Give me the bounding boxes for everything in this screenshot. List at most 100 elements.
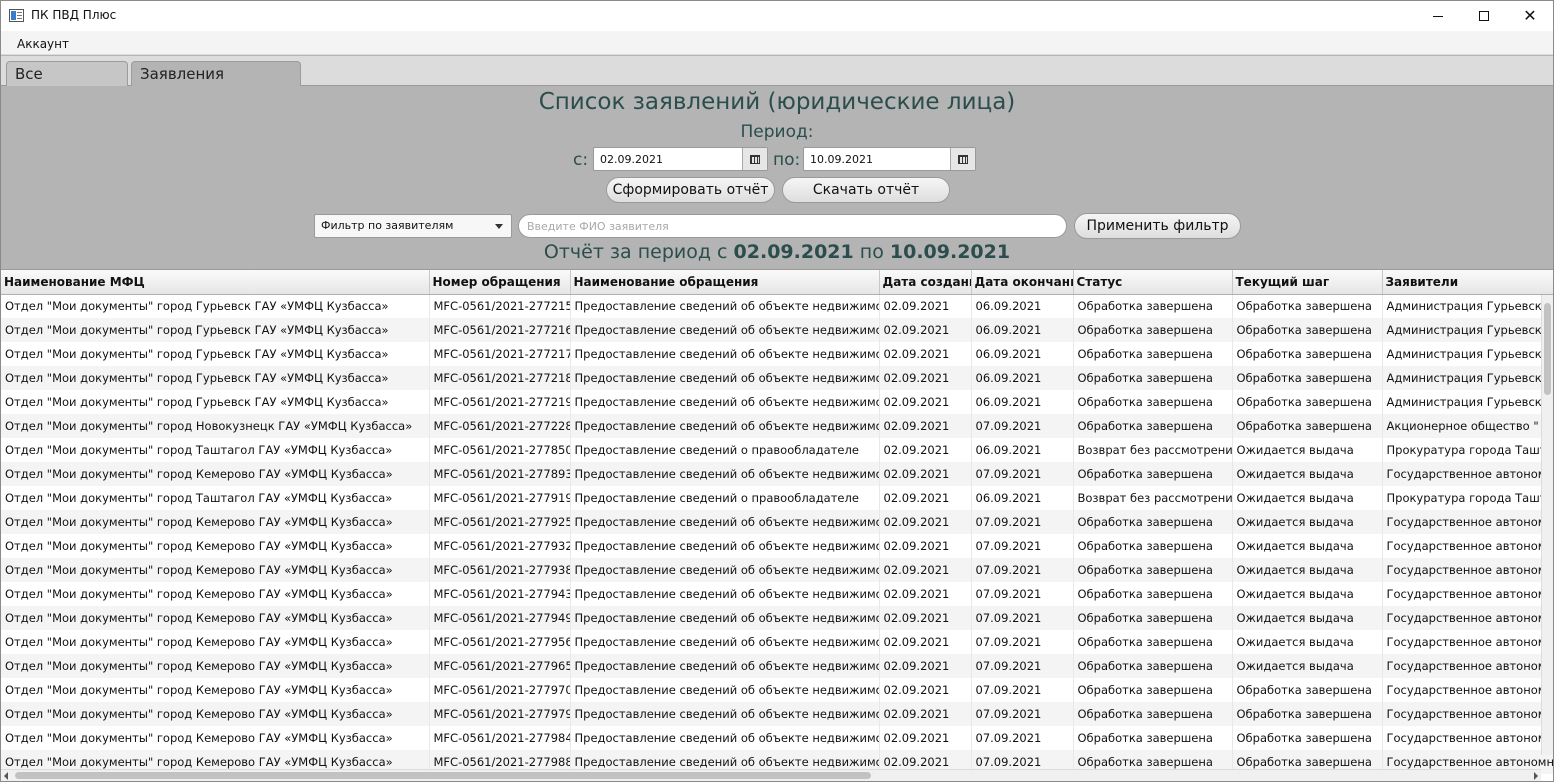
table-row[interactable]: Отдел "Мои документы" город Кемерово ГАУ… [1, 702, 1553, 726]
table-cell: Ожидается выдача [1232, 606, 1383, 630]
scroll-right-icon[interactable] [1534, 772, 1538, 780]
table-cell: Ожидается выдача [1232, 654, 1383, 678]
tab-legal-entities[interactable]: Заявления (юр.лица) [131, 61, 301, 107]
date-to-picker[interactable] [803, 147, 976, 171]
table-cell: Возврат без рассмотрения [1073, 438, 1233, 462]
table-cell: MFC-0561/2021-277970 [429, 678, 571, 702]
table-cell: Предоставление сведений об объекте недви… [570, 414, 880, 438]
horizontal-scroll-thumb[interactable] [15, 772, 871, 779]
table-cell: MFC-0561/2021-277932 [429, 534, 571, 558]
generate-report-button[interactable]: Сформировать отчёт [606, 177, 775, 203]
table-cell: 06.09.2021 [971, 486, 1074, 510]
menu-item-account[interactable]: Аккаунт [17, 37, 69, 51]
table-cell: Ожидается выдача [1232, 630, 1383, 654]
applicant-search-input[interactable] [518, 214, 1067, 238]
table-row[interactable]: Отдел "Мои документы" город Кемерово ГАУ… [1, 606, 1553, 630]
column-header[interactable]: Текущий шаг [1232, 270, 1383, 295]
date-to-input[interactable] [804, 148, 952, 170]
table-row[interactable]: Отдел "Мои документы" город Гурьевск ГАУ… [1, 390, 1553, 414]
close-button[interactable]: ✕ [1507, 1, 1553, 31]
table-cell: Государственное автономн [1382, 726, 1553, 750]
close-icon: ✕ [1523, 6, 1537, 25]
period-label: Период: [740, 122, 814, 142]
table-cell: 02.09.2021 [879, 606, 972, 630]
date-from-calendar-button[interactable] [742, 148, 767, 170]
vertical-scrollbar[interactable] [1541, 295, 1553, 755]
table-cell: Предоставление сведений об объекте недви… [570, 366, 880, 390]
table-cell: Администрация Гурьевского [1382, 294, 1553, 318]
table-cell: MFC-0561/2021-277216 [429, 318, 571, 342]
table-cell: Обработка завершена [1073, 342, 1233, 366]
table-row[interactable]: Отдел "Мои документы" город Кемерово ГАУ… [1, 678, 1553, 702]
table-cell: Предоставление сведений об объекте недви… [570, 342, 880, 366]
table-cell: MFC-0561/2021-277956 [429, 630, 571, 654]
table-row[interactable]: Отдел "Мои документы" город Кемерово ГАУ… [1, 558, 1553, 582]
column-header[interactable]: Номер обращения [429, 270, 571, 295]
column-header[interactable]: Наименование МФЦ [1, 270, 430, 295]
date-from-picker[interactable] [593, 147, 768, 171]
table-row[interactable]: Отдел "Мои документы" город Кемерово ГАУ… [1, 462, 1553, 486]
table-cell: Предоставление сведений об объекте недви… [570, 654, 880, 678]
table-row[interactable]: Отдел "Мои документы" город Гурьевск ГАУ… [1, 366, 1553, 390]
applicant-filter-select[interactable]: Фильтр по заявителям [314, 214, 512, 238]
horizontal-scrollbar[interactable] [1, 769, 1541, 781]
table-cell: 07.09.2021 [971, 678, 1074, 702]
table-row[interactable]: Отдел "Мои документы" город Кемерово ГАУ… [1, 654, 1553, 678]
report-period-title: Отчёт за период с 02.09.2021 по 10.09.20… [1, 241, 1553, 263]
table-row[interactable]: Отдел "Мои документы" город Таштагол ГАУ… [1, 438, 1553, 462]
column-header[interactable]: Статус [1073, 270, 1233, 295]
column-header[interactable]: Наименование обращения [570, 270, 880, 295]
table-cell: 02.09.2021 [879, 678, 972, 702]
table-cell: Ожидается выдача [1232, 486, 1383, 510]
tab-all-applications[interactable]: Все заявления [6, 61, 128, 107]
table-cell: 07.09.2021 [971, 462, 1074, 486]
app-window: ПК ПВД Плюс ✕ Аккаунт Все заявления Заяв… [0, 0, 1554, 782]
table-cell: 06.09.2021 [971, 342, 1074, 366]
table-row[interactable]: Отдел "Мои документы" город Гурьевск ГАУ… [1, 318, 1553, 342]
table-cell: MFC-0561/2021-277218 [429, 366, 571, 390]
vertical-scroll-thumb[interactable] [1544, 303, 1551, 395]
table-cell: 02.09.2021 [879, 366, 972, 390]
table-row[interactable]: Отдел "Мои документы" город Таштагол ГАУ… [1, 486, 1553, 510]
table-cell: 02.09.2021 [879, 342, 972, 366]
table-cell: Администрация Гурьевского [1382, 366, 1553, 390]
table-cell: Ожидается выдача [1232, 510, 1383, 534]
maximize-button[interactable] [1461, 1, 1507, 31]
chevron-down-icon [495, 224, 503, 229]
scroll-left-icon[interactable] [4, 772, 8, 780]
table-cell: 02.09.2021 [879, 294, 972, 318]
table-row[interactable]: Отдел "Мои документы" город Гурьевск ГАУ… [1, 294, 1553, 318]
table-row[interactable]: Отдел "Мои документы" город Кемерово ГАУ… [1, 534, 1553, 558]
table-cell: Предоставление сведений об объекте недви… [570, 390, 880, 414]
table-row[interactable]: Отдел "Мои документы" город Кемерово ГАУ… [1, 726, 1553, 750]
table-cell: Отдел "Мои документы" город Гурьевск ГАУ… [1, 294, 430, 318]
table-cell: Отдел "Мои документы" город Гурьевск ГАУ… [1, 342, 430, 366]
table-cell: Отдел "Мои документы" город Кемерово ГАУ… [1, 510, 430, 534]
table-cell: Отдел "Мои документы" город Гурьевск ГАУ… [1, 318, 430, 342]
table-cell: MFC-0561/2021-277965 [429, 654, 571, 678]
table-cell: Администрация Гурьевского [1382, 318, 1553, 342]
minimize-icon [1433, 15, 1443, 17]
table-cell: 02.09.2021 [879, 534, 972, 558]
table-cell: 02.09.2021 [879, 438, 972, 462]
table-row[interactable]: Отдел "Мои документы" город Кемерово ГАУ… [1, 630, 1553, 654]
column-header[interactable]: Дата создания [879, 270, 972, 295]
table-cell: 07.09.2021 [971, 702, 1074, 726]
table-row[interactable]: Отдел "Мои документы" город Новокузнецк … [1, 414, 1553, 438]
download-report-button[interactable]: Скачать отчёт [782, 177, 950, 203]
column-header[interactable]: Заявители [1382, 270, 1553, 295]
table-row[interactable]: Отдел "Мои документы" город Гурьевск ГАУ… [1, 342, 1553, 366]
column-header[interactable]: Дата окончания [971, 270, 1074, 295]
date-from-input[interactable] [594, 148, 742, 170]
minimize-button[interactable] [1415, 1, 1461, 31]
table-row[interactable]: Отдел "Мои документы" город Кемерово ГАУ… [1, 510, 1553, 534]
table-cell: Государственное автономн [1382, 582, 1553, 606]
table-body: Отдел "Мои документы" город Гурьевск ГАУ… [1, 294, 1553, 774]
table-cell: Обработка завершена [1073, 414, 1233, 438]
table-cell: Прокуратура города Таштаг [1382, 438, 1553, 462]
table-cell: 06.09.2021 [971, 438, 1074, 462]
table-row[interactable]: Отдел "Мои документы" город Кемерово ГАУ… [1, 582, 1553, 606]
table-cell: 06.09.2021 [971, 390, 1074, 414]
apply-filter-button[interactable]: Применить фильтр [1074, 213, 1241, 239]
date-to-calendar-button[interactable] [950, 148, 975, 170]
